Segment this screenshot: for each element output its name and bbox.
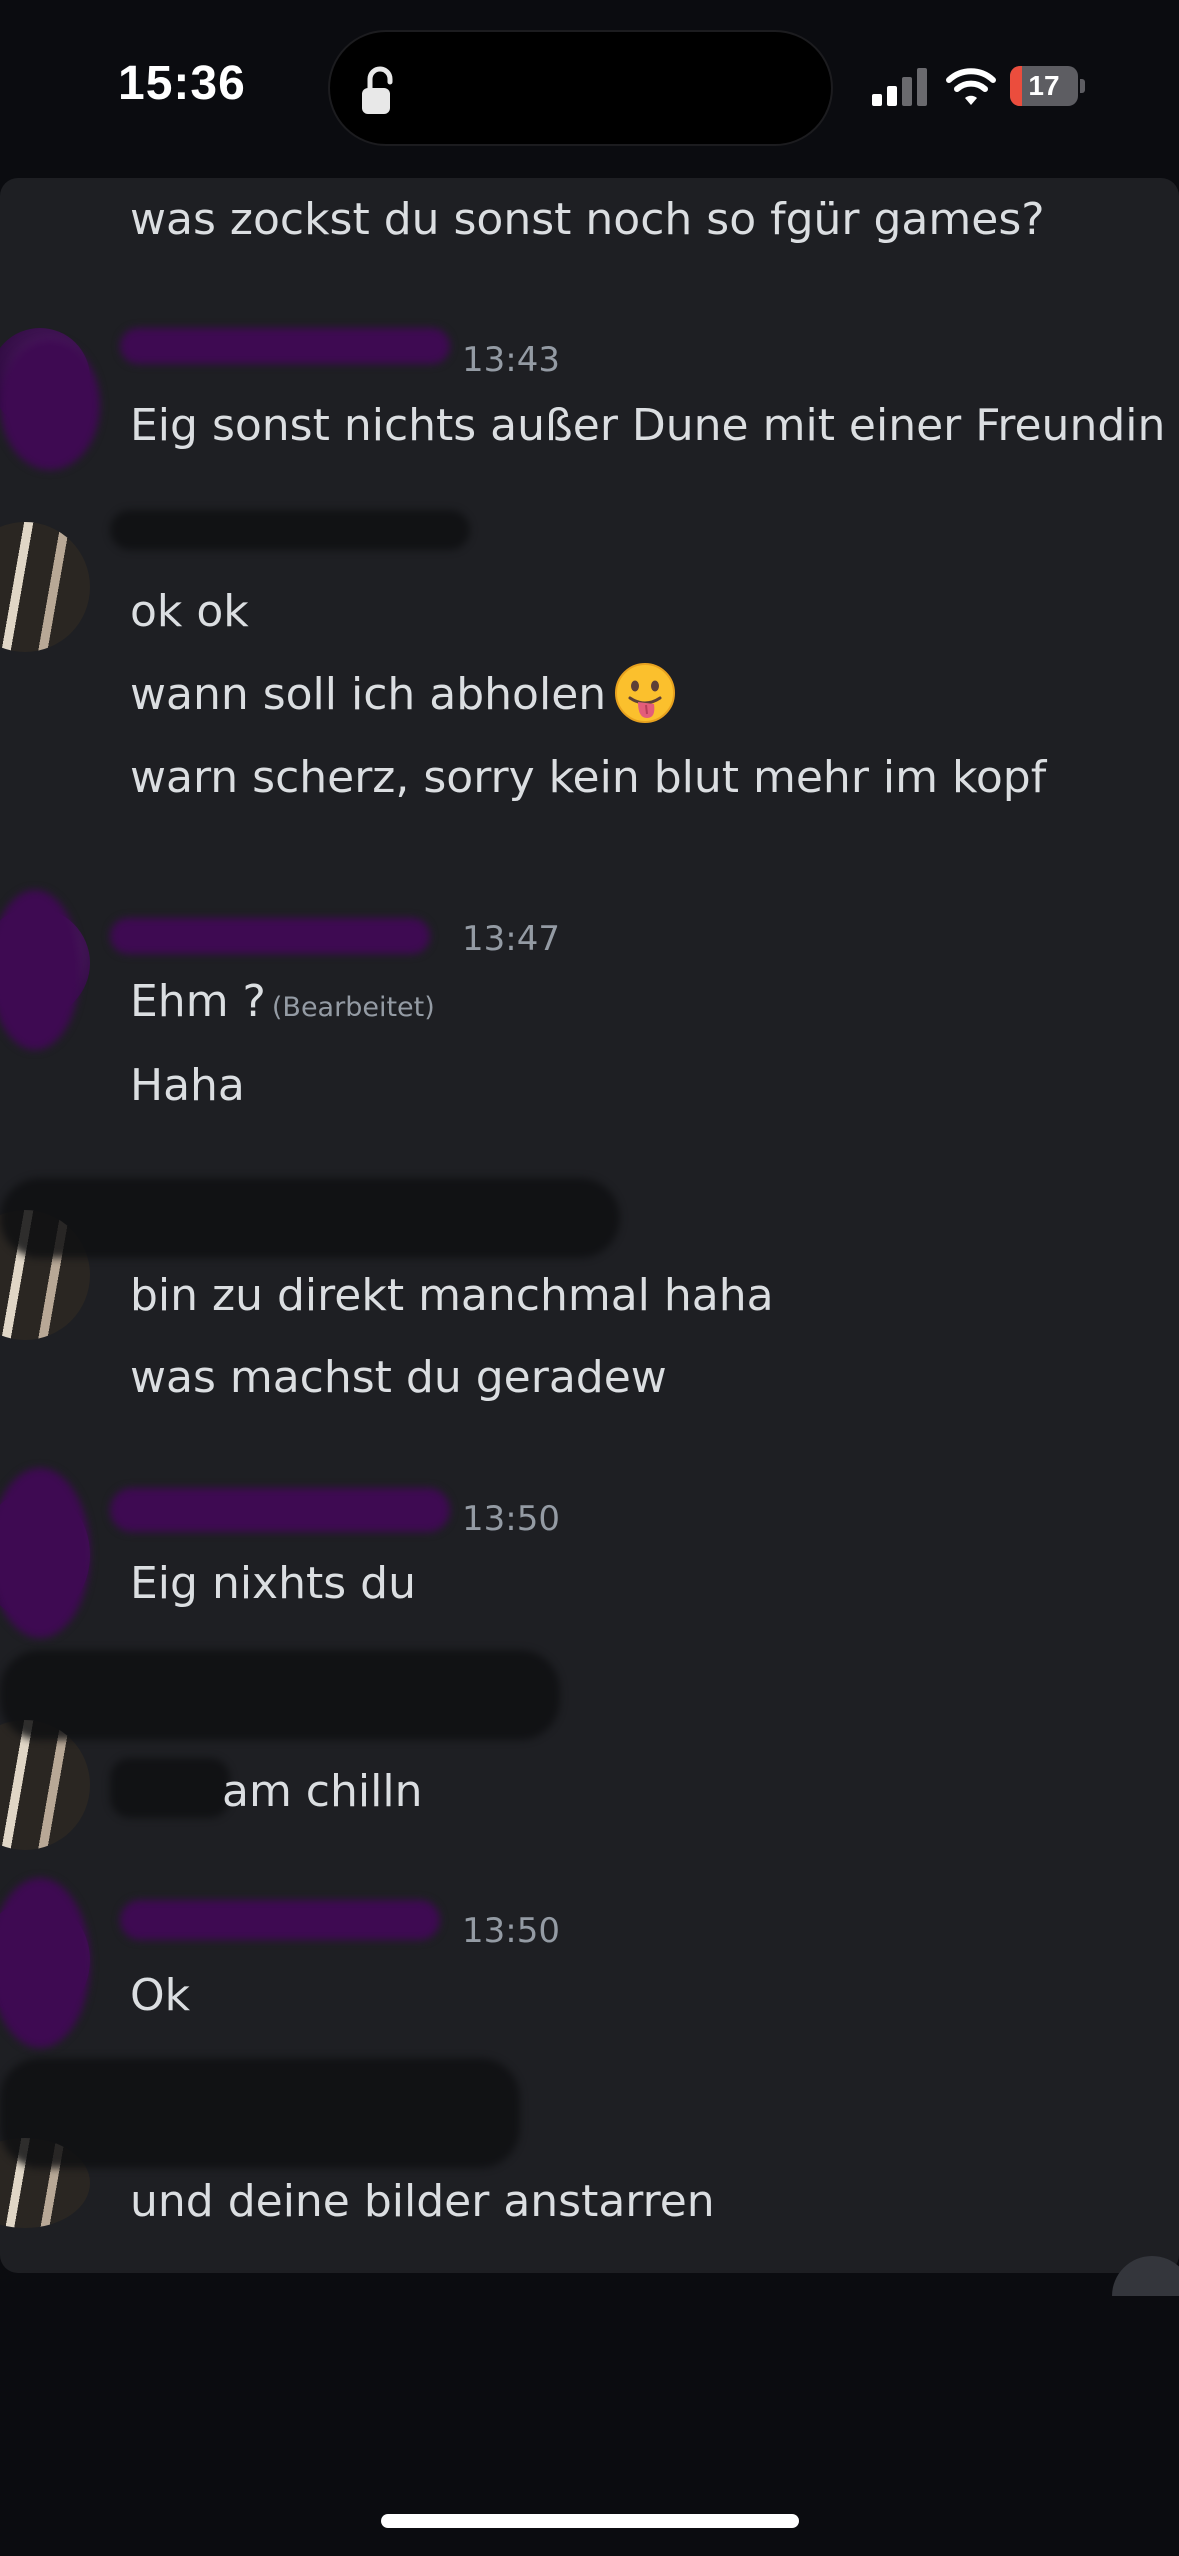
message-line: Ehm ? (Bearbeitet): [130, 974, 435, 1036]
redacted-username: [110, 1488, 450, 1532]
redacted-avatar: [0, 340, 100, 470]
message-text: Haha: [130, 1060, 245, 1111]
redacted-username: [110, 510, 470, 550]
message-text: was zockst du sonst noch so fgür games?: [130, 194, 1045, 245]
redacted-username: [0, 1178, 620, 1258]
redacted-username: [110, 918, 430, 954]
message-line: wann soll ich abholen: [130, 663, 676, 728]
redacted-avatar: [0, 890, 80, 1050]
message-timestamp: 13:50: [462, 1911, 560, 1951]
unlock-icon: [362, 66, 393, 114]
message-timestamp: 13:50: [462, 1499, 560, 1539]
message-text: am chilln: [222, 1766, 423, 1817]
battery-icon: 17: [1010, 66, 1086, 106]
message-text: ok ok: [130, 586, 249, 637]
message-text: Ok: [130, 1970, 191, 2021]
message-text: warn scherz, sorry kein blut mehr im kop…: [130, 752, 1047, 803]
redacted-username: [120, 1900, 440, 1940]
message-text: Eig sonst nichts außer Dune mit einer Fr…: [130, 400, 1166, 451]
message-timestamp: 13:47: [462, 919, 560, 959]
chat-message-list[interactable]: was zockst du sonst noch so fgür games? …: [0, 178, 1179, 2273]
redacted-username: [0, 1650, 560, 1740]
face-with-tongue-icon: [615, 663, 676, 723]
message-text: und deine bilder anstarren: [130, 2176, 715, 2227]
message-text: Ehm ?: [130, 976, 266, 1027]
message-text: wann soll ich abholen: [130, 669, 607, 720]
avatar[interactable]: [0, 522, 90, 652]
wifi-icon: [946, 68, 996, 105]
message-text: was machst du geradew: [130, 1352, 667, 1403]
redacted-avatar: [0, 1878, 90, 2048]
redacted-avatar: [0, 1468, 90, 1638]
redacted-username: [0, 2058, 520, 2168]
message-timestamp: 13:43: [462, 340, 560, 380]
home-indicator[interactable]: [381, 2514, 799, 2528]
message-text: bin zu direkt manchmal haha: [130, 1270, 774, 1321]
redacted-text: [110, 1758, 230, 1818]
battery-cap: [1080, 79, 1085, 93]
status-time: 15:36: [118, 57, 246, 110]
redacted-username: [120, 328, 450, 364]
message-text: Eig nixhts du: [130, 1558, 416, 1609]
cellular-signal-icon: [872, 68, 927, 106]
dynamic-island: [328, 30, 833, 146]
edited-tag: (Bearbeitet): [271, 992, 435, 1023]
battery-body: 17: [1010, 66, 1078, 106]
phone-screen: 15:36 17 was zockst du sonst noch so fgü…: [0, 0, 1179, 2556]
battery-level: 17: [1028, 70, 1060, 101]
